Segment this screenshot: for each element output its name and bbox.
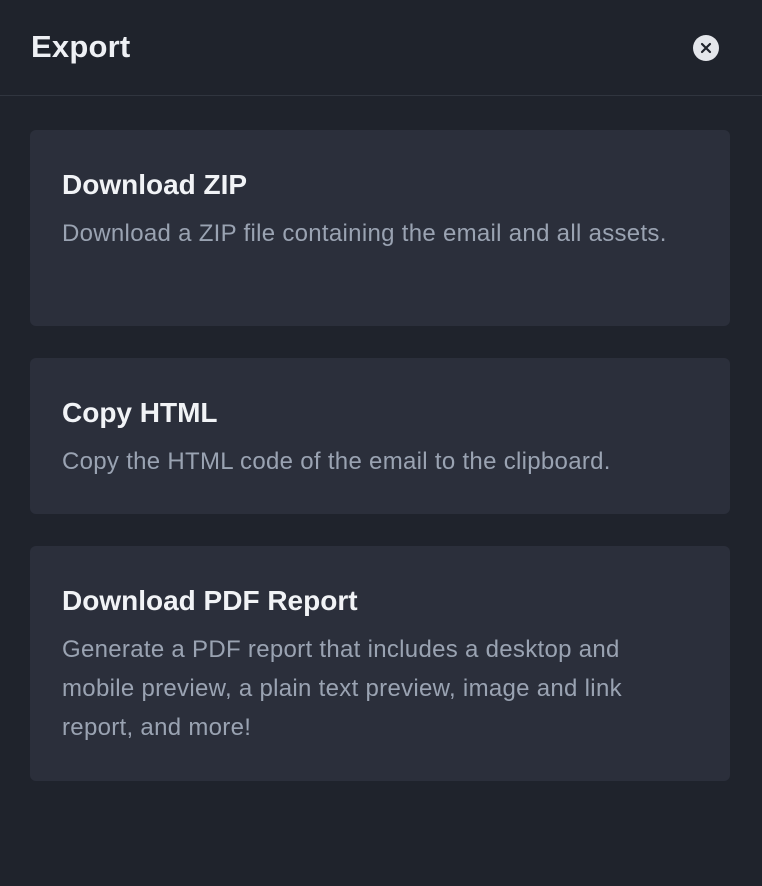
close-button[interactable] — [693, 35, 719, 61]
option-description: Copy the HTML code of the email to the c… — [62, 448, 611, 475]
export-options: Download ZIP Download a ZIP file contain… — [30, 130, 730, 813]
panel-header: Export — [0, 0, 762, 96]
export-panel: Export Download ZIP Download a ZIP file … — [0, 0, 762, 886]
panel-title: Export — [31, 29, 131, 64]
download-pdf-report-option[interactable]: Download PDF Report Generate a PDF repor… — [30, 546, 730, 781]
close-icon — [700, 42, 712, 54]
option-title: Copy HTML — [62, 397, 218, 428]
option-title: Download PDF Report — [62, 585, 358, 616]
option-description: Download a ZIP file containing the email… — [62, 220, 667, 247]
download-zip-option[interactable]: Download ZIP Download a ZIP file contain… — [30, 130, 730, 326]
option-description: Generate a PDF report that includes a de… — [62, 636, 622, 741]
option-title: Download ZIP — [62, 169, 248, 200]
copy-html-option[interactable]: Copy HTML Copy the HTML code of the emai… — [30, 358, 730, 514]
